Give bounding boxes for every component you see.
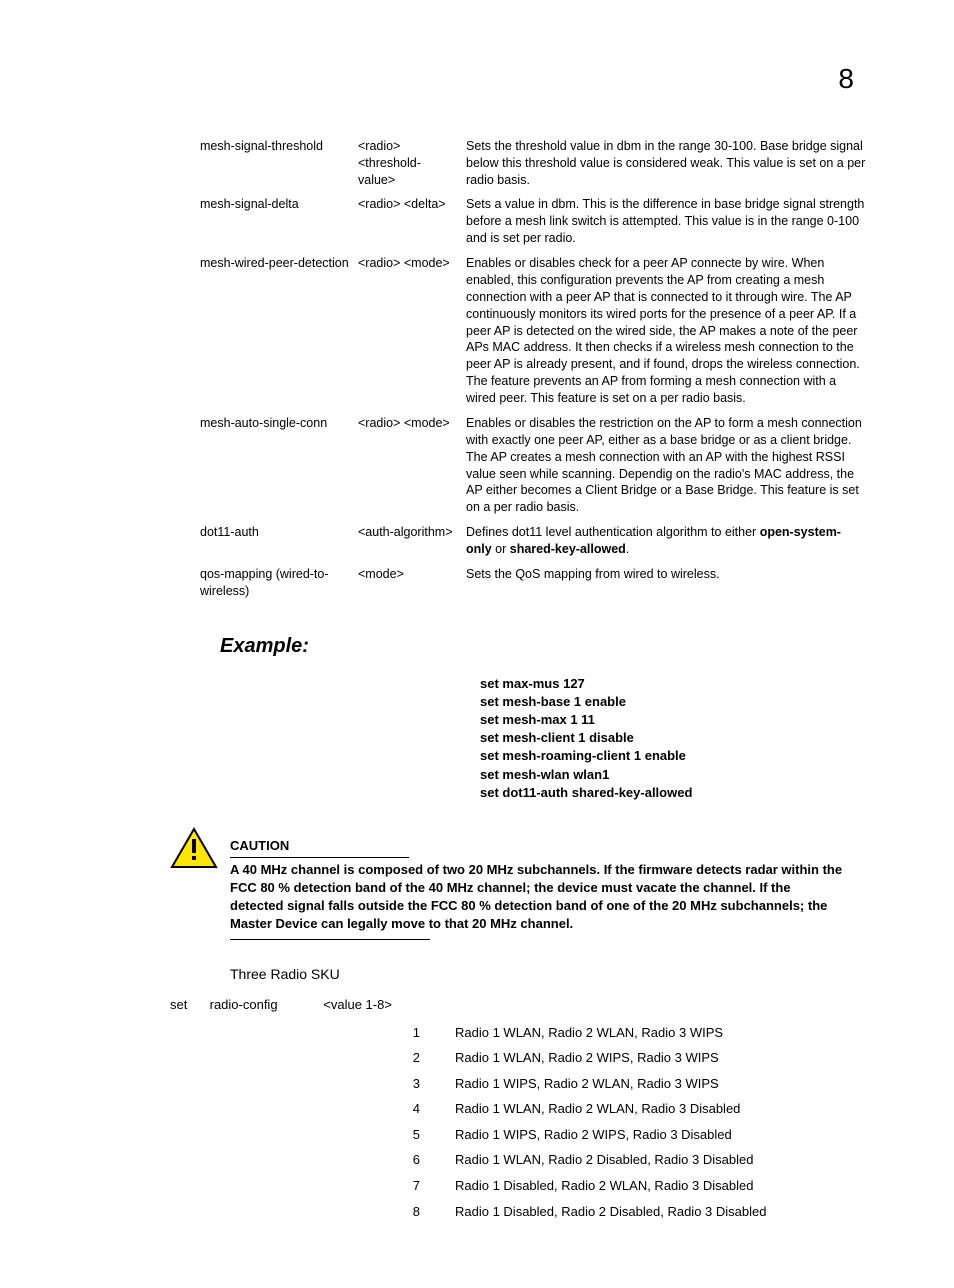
example-line: set dot11-auth shared-key-allowed (480, 784, 844, 802)
sku-set: set (170, 996, 206, 1014)
radio-row: 5 Radio 1 WIPS, Radio 2 WIPS, Radio 3 Di… (400, 1126, 766, 1152)
example-line: set mesh-wlan wlan1 (480, 766, 844, 784)
param-args: <radio> <threshold-value> (358, 138, 466, 197)
param-name: mesh-signal-delta (200, 196, 358, 255)
param-desc: Sets the QoS mapping from wired to wirel… (466, 566, 874, 608)
caution-block: CAUTION A 40 MHz channel is composed of … (170, 837, 844, 940)
example-block: set max-mus 127 set mesh-base 1 enable s… (480, 675, 844, 802)
sku-value: <value 1-8> (323, 996, 392, 1014)
radio-desc: Radio 1 WIPS, Radio 2 WLAN, Radio 3 WIPS (455, 1075, 766, 1101)
param-desc: Sets a value in dbm. This is the differe… (466, 196, 874, 255)
param-row: dot11-auth <auth-algorithm> Defines dot1… (200, 524, 874, 566)
sku-heading: Three Radio SKU (230, 965, 844, 984)
radio-row: 7 Radio 1 Disabled, Radio 2 WLAN, Radio … (400, 1177, 766, 1203)
radio-num: 7 (400, 1177, 455, 1203)
radio-row: 2 Radio 1 WLAN, Radio 2 WIPS, Radio 3 WI… (400, 1049, 766, 1075)
radio-row: 6 Radio 1 WLAN, Radio 2 Disabled, Radio … (400, 1151, 766, 1177)
radio-num: 8 (400, 1203, 455, 1229)
param-args: <radio> <delta> (358, 196, 466, 255)
param-name: mesh-wired-peer-detection (200, 255, 358, 415)
text: or (492, 542, 510, 556)
param-row: mesh-signal-delta <radio> <delta> Sets a… (200, 196, 874, 255)
example-line: set mesh-roaming-client 1 enable (480, 747, 844, 765)
radio-row: 4 Radio 1 WLAN, Radio 2 WLAN, Radio 3 Di… (400, 1100, 766, 1126)
radio-row: 3 Radio 1 WIPS, Radio 2 WLAN, Radio 3 WI… (400, 1075, 766, 1101)
param-row: mesh-auto-single-conn <radio> <mode> Ena… (200, 415, 874, 524)
radio-desc: Radio 1 Disabled, Radio 2 Disabled, Radi… (455, 1203, 766, 1229)
text: . (626, 542, 629, 556)
param-row: mesh-signal-threshold <radio> <threshold… (200, 138, 874, 197)
example-line: set mesh-max 1 11 (480, 711, 844, 729)
radio-desc: Radio 1 WIPS, Radio 2 WIPS, Radio 3 Disa… (455, 1126, 766, 1152)
radio-num: 3 (400, 1075, 455, 1101)
radio-num: 2 (400, 1049, 455, 1075)
radio-config-table: 1 Radio 1 WLAN, Radio 2 WLAN, Radio 3 WI… (400, 1024, 766, 1228)
param-name: mesh-signal-threshold (200, 138, 358, 197)
param-desc: Defines dot11 level authentication algor… (466, 524, 874, 566)
param-args: <auth-algorithm> (358, 524, 466, 566)
caution-text: A 40 MHz channel is composed of two 20 M… (230, 861, 844, 934)
radio-desc: Radio 1 WLAN, Radio 2 WLAN, Radio 3 Disa… (455, 1100, 766, 1126)
param-desc: Enables or disables check for a peer AP … (466, 255, 874, 415)
param-desc: Enables or disables the restriction on t… (466, 415, 874, 524)
radio-desc: Radio 1 Disabled, Radio 2 WLAN, Radio 3 … (455, 1177, 766, 1203)
radio-num: 1 (400, 1024, 455, 1050)
radio-num: 6 (400, 1151, 455, 1177)
sku-param: radio-config (210, 996, 320, 1014)
caution-rule (230, 939, 430, 940)
example-line: set max-mus 127 (480, 675, 844, 693)
caution-content: CAUTION A 40 MHz channel is composed of … (230, 837, 844, 940)
radio-row: 1 Radio 1 WLAN, Radio 2 WLAN, Radio 3 WI… (400, 1024, 766, 1050)
caution-label: CAUTION (230, 837, 409, 858)
example-heading: Example: (220, 633, 844, 660)
param-name: mesh-auto-single-conn (200, 415, 358, 524)
param-args: <radio> <mode> (358, 415, 466, 524)
param-desc: Sets the threshold value in dbm in the r… (466, 138, 874, 197)
example-line: set mesh-base 1 enable (480, 693, 844, 711)
param-row: qos-mapping (wired-to-wireless) <mode> S… (200, 566, 874, 608)
param-args: <mode> (358, 566, 466, 608)
radio-desc: Radio 1 WLAN, Radio 2 Disabled, Radio 3 … (455, 1151, 766, 1177)
radio-num: 4 (400, 1100, 455, 1126)
bold-text: shared-key-allowed (510, 542, 626, 556)
radio-desc: Radio 1 WLAN, Radio 2 WIPS, Radio 3 WIPS (455, 1049, 766, 1075)
param-row: mesh-wired-peer-detection <radio> <mode>… (200, 255, 874, 415)
parameter-table: mesh-signal-threshold <radio> <threshold… (200, 138, 874, 608)
radio-num: 5 (400, 1126, 455, 1152)
page-number: 8 (170, 60, 854, 98)
param-name: dot11-auth (200, 524, 358, 566)
radio-row: 8 Radio 1 Disabled, Radio 2 Disabled, Ra… (400, 1203, 766, 1229)
text: Defines dot11 level authentication algor… (466, 525, 760, 539)
param-args: <radio> <mode> (358, 255, 466, 415)
radio-desc: Radio 1 WLAN, Radio 2 WLAN, Radio 3 WIPS (455, 1024, 766, 1050)
caution-icon (170, 827, 218, 874)
sku-command-line: set radio-config <value 1-8> (170, 996, 844, 1014)
param-name: qos-mapping (wired-to-wireless) (200, 566, 358, 608)
example-line: set mesh-client 1 disable (480, 729, 844, 747)
